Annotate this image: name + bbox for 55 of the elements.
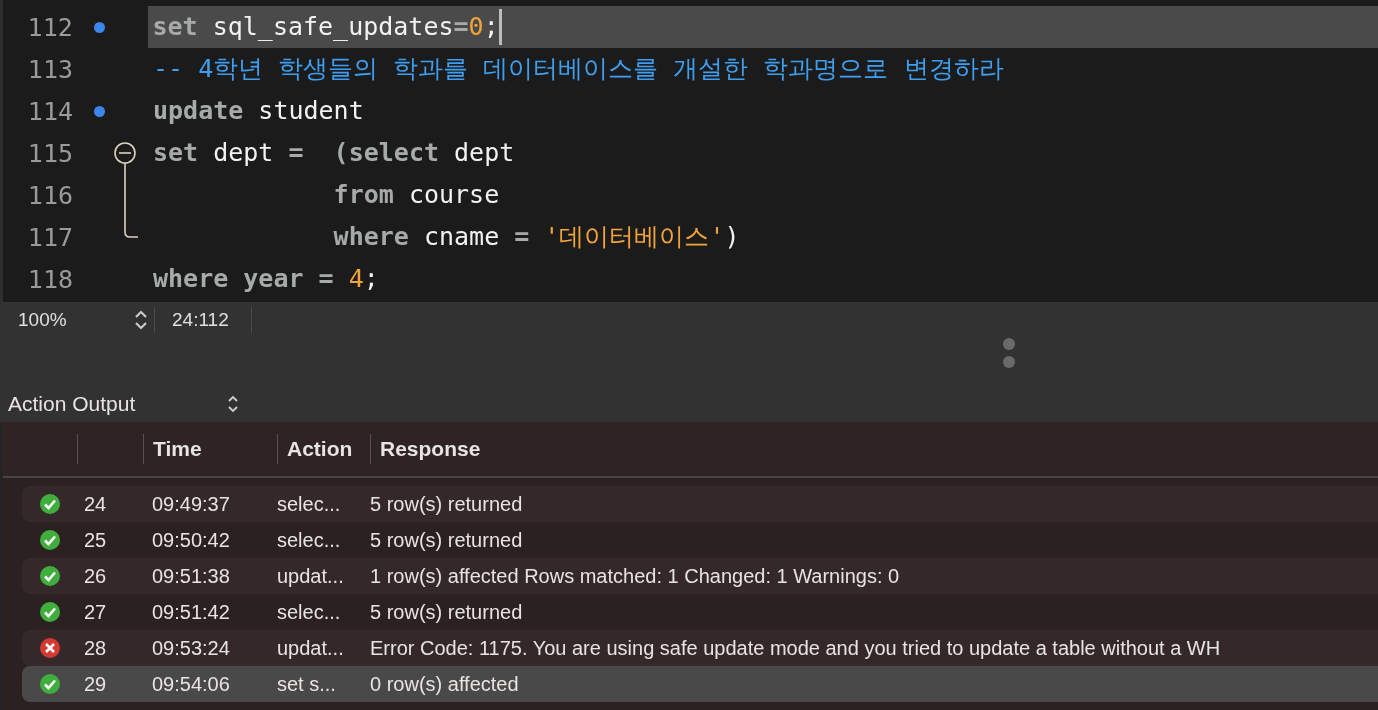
table-cell-text: selec...	[277, 492, 342, 516]
table-cell-text: 28	[83, 636, 108, 660]
fold-end-line	[124, 216, 138, 238]
table-cell-text: 26	[83, 564, 108, 588]
output-row[interactable]: 24 09:49:37 selec... 5 row(s) returned	[22, 486, 1378, 522]
table-cell-text: 27	[83, 600, 108, 624]
line-number: 113	[26, 54, 73, 84]
table-cell-text: 24	[83, 492, 108, 516]
column-header[interactable]: Time	[143, 434, 277, 464]
code-line: update student	[152, 95, 364, 127]
line-number: 115	[26, 138, 73, 168]
table-cell-text: 09:50:42	[151, 528, 231, 552]
output-row[interactable]: 25 09:50:42 selec... 5 row(s) returned	[22, 522, 1378, 558]
output-row[interactable]: 28 09:53:24 updat... Error Code: 1175. You are using safe update mode and you tried to update a table without a WH	[22, 630, 1378, 666]
output-row[interactable]: 29 09:54:06 set s... 0 row(s) affected	[22, 666, 1378, 702]
column-header[interactable]: Action	[277, 434, 370, 464]
table-cell: 5 row(s) returned	[370, 528, 523, 552]
updown-icon	[134, 308, 148, 331]
output-row[interactable]: 26 09:51:38 updat... 1 row(s) affected Rows matched: 1 Changed: 1 Warnings: 0	[22, 558, 1378, 594]
table-cell: 0 row(s) affected	[370, 672, 519, 696]
code-line: set dept = (select dept	[152, 137, 515, 169]
line-number: 116	[26, 180, 73, 210]
fold-line	[124, 174, 126, 216]
output-selector[interactable]: Action Output	[0, 391, 240, 416]
table-cell: 5 row(s) returned	[370, 600, 523, 624]
updown-icon	[226, 393, 240, 414]
output-row[interactable]: 27 09:51:42 selec... 5 row(s) returned	[22, 594, 1378, 630]
table-cell-text: 25	[83, 528, 108, 552]
table-cell-text: selec...	[277, 600, 342, 624]
code-editor[interactable]: 112 set sql_safe_updates=0; 113 -- 4학년 학생들의 학과를 데이터베이스를 개설한 학과명으로 변경하라 114 update student 115 set dept = (select dept 116 from course 117 where cname = '데이터베이스') 118 where year = 4;	[0, 0, 1378, 302]
column-header[interactable]: Response	[370, 434, 481, 464]
table-cell-text: updat...	[277, 636, 345, 660]
cursor-position: 24:112	[155, 306, 252, 333]
code-line: where cname = '데이터베이스')	[332, 221, 740, 253]
zoom-selector[interactable]: 100%	[0, 306, 155, 333]
table-cell-text: 09:53:24	[151, 636, 231, 660]
table-cell-text: set s...	[277, 672, 337, 696]
table-cell-text: selec...	[277, 528, 342, 552]
drag-handle-icon[interactable]	[1002, 337, 1016, 371]
table-cell-text: 09:54:06	[151, 672, 231, 696]
line-number: 114	[26, 96, 73, 126]
table-cell: 1 row(s) affected Rows matched: 1 Changed: 1 Warnings: 0	[370, 564, 900, 588]
code-line: from course	[332, 179, 500, 211]
line-number: 117	[26, 222, 73, 252]
table-cell: Error Code: 1175. You are using safe update mode and you tried to update a table without a WH	[370, 636, 1221, 660]
line-number: 118	[26, 264, 73, 294]
code-line: where year = 4;	[152, 263, 379, 295]
table-cell-text: 09:51:38	[151, 564, 231, 588]
table-cell-text: 09:49:37	[151, 492, 231, 516]
code-line: -- 4학년 학생들의 학과를 데이터베이스를 개설한 학과명으로 변경하라	[152, 53, 1004, 85]
table-cell: 5 row(s) returned	[370, 492, 523, 516]
table-cell-text: 09:51:42	[151, 600, 231, 624]
table-cell-text: 29	[83, 672, 108, 696]
line-number: 112	[26, 12, 73, 42]
table-cell-text: updat...	[277, 564, 345, 588]
